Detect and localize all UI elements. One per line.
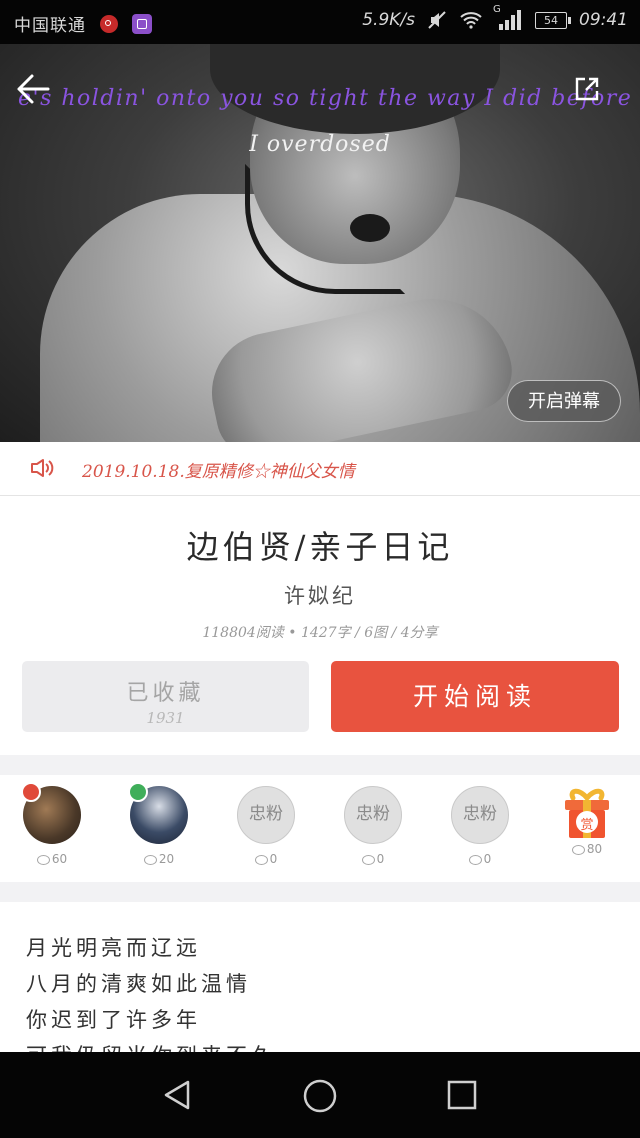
fan-item[interactable]: 60 [21, 782, 82, 866]
music-title: 2019.10.18.复原精修☆神仙父女情 [82, 462, 355, 482]
battery-level: 54 [544, 13, 558, 27]
favorite-count: 1931 [146, 709, 185, 727]
page-title: 边伯贤/亲子日记 [186, 528, 454, 566]
share-icon[interactable] [574, 76, 600, 102]
start-reading-button[interactable]: 开始阅读 [331, 661, 619, 732]
coin-icon [36, 854, 50, 865]
arrow-left-icon[interactable] [14, 70, 52, 108]
fan-item[interactable]: 20 [128, 782, 189, 866]
lyric-line-2: I overdosed [249, 132, 391, 157]
coin-icon [254, 854, 268, 865]
avatar-placeholder[interactable]: 忠粉 [237, 786, 295, 844]
rank-badge-icon [128, 782, 148, 802]
fan-coins: 20 [158, 852, 175, 866]
fan-coins: 0 [483, 852, 492, 866]
lyric-line-1: e's holdin' onto you so tight the way I … [18, 86, 633, 111]
app-notification-icon [100, 14, 118, 33]
background-music-bar[interactable]: 2019.10.18.复原精修☆神仙父女情 [0, 442, 640, 496]
coin-icon [571, 844, 585, 855]
clock: 09:41 [579, 10, 628, 30]
fan-item[interactable]: 忠粉 0 [343, 786, 403, 866]
coin-icon [143, 854, 157, 865]
speaker-icon[interactable] [30, 458, 54, 478]
favorite-label: 已收藏 [126, 681, 205, 706]
article-stats: 118804阅读 • 1427字 / 6图 / 4分享 [202, 625, 438, 641]
network-speed: 5.9K/s [362, 10, 415, 30]
nav-home-icon[interactable] [302, 1078, 338, 1114]
fan-item[interactable]: 忠粉 0 [450, 786, 510, 866]
fan-coins: 0 [269, 852, 278, 866]
wifi-icon [460, 12, 482, 29]
battery-icon: 54 [535, 11, 571, 29]
system-nav-bar [0, 1052, 640, 1138]
section-divider [0, 755, 640, 775]
nav-back-icon[interactable] [160, 1078, 194, 1112]
cover-mic [350, 214, 390, 242]
favorite-button[interactable]: 已收藏 1931 [22, 661, 309, 732]
nav-recent-icon[interactable] [446, 1079, 478, 1111]
poem-line: 你迟到了许多年 [26, 1008, 201, 1032]
fan-coins: 80 [586, 842, 603, 856]
avatar-placeholder[interactable]: 忠粉 [344, 786, 402, 844]
fan-coins: 60 [51, 852, 68, 866]
carrier-name: 中国联通 [14, 16, 86, 36]
avatar-placeholder[interactable]: 忠粉 [451, 786, 509, 844]
fan-coins: 0 [376, 852, 385, 866]
fan-item[interactable]: 忠粉 0 [236, 786, 296, 866]
author-name[interactable]: 许姒纪 [0, 580, 640, 610]
status-bar: 中国联通 5.9K/s G 54 09:41 [0, 0, 640, 44]
danmu-toggle-button[interactable]: 开启弹幕 [507, 380, 621, 422]
coin-icon [468, 854, 482, 865]
reward-label: 赏 [580, 818, 594, 833]
reward-item[interactable]: 赏 80 [557, 786, 617, 856]
gallery-notification-icon [132, 13, 152, 34]
poem-line: 月光明亮而辽远 [26, 936, 201, 960]
rank-badge-icon [21, 782, 41, 802]
mute-icon [428, 11, 446, 29]
avatar[interactable] [128, 782, 188, 844]
fans-row: 60 20 忠粉 0 忠粉 0 忠粉 0 赏 80 [0, 776, 640, 882]
coin-icon [361, 854, 375, 865]
avatar[interactable] [21, 782, 81, 844]
gift-icon[interactable]: 赏 [561, 786, 613, 838]
signal-icon: G [493, 4, 523, 30]
cover-image[interactable]: e's holdin' onto you so tight the way I … [0, 44, 640, 442]
section-divider [0, 882, 640, 902]
poem-line: 八月的清爽如此温情 [26, 972, 251, 996]
